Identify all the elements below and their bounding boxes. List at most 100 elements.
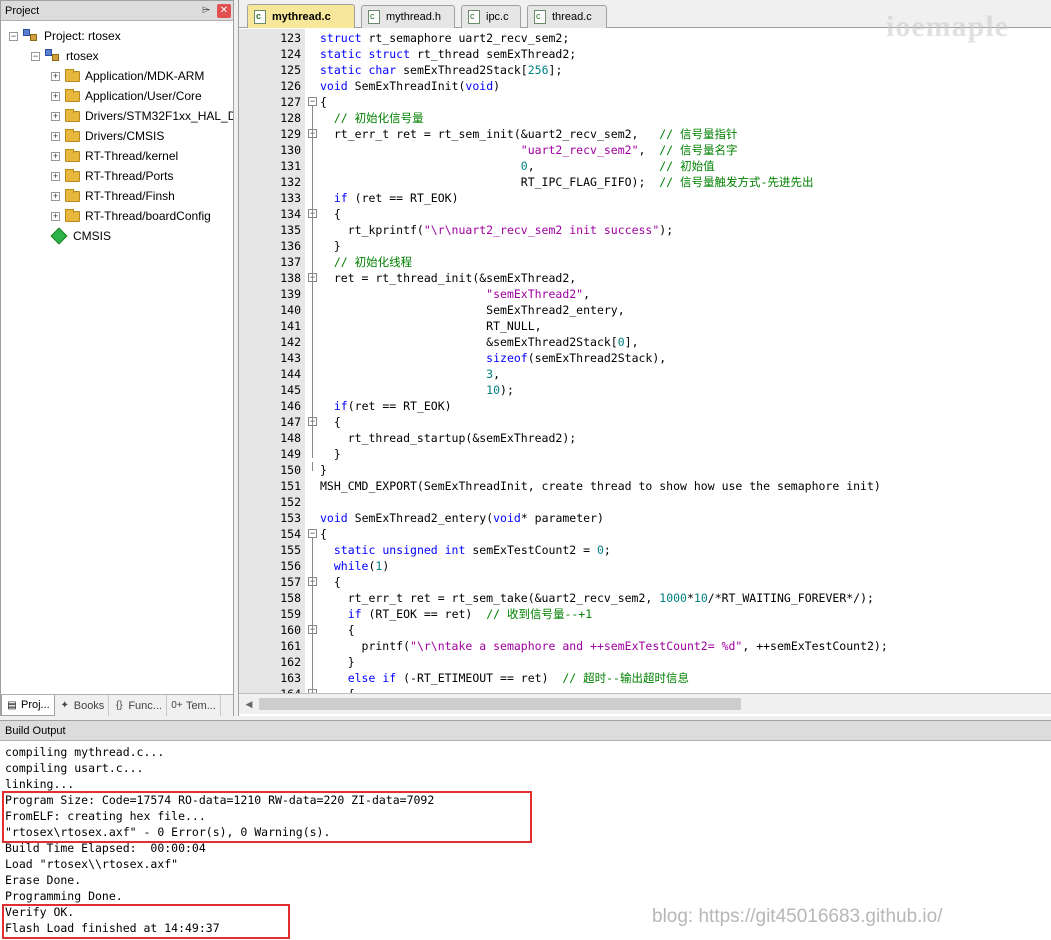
code-token: semExTestCount2 =	[472, 543, 597, 557]
collapse-icon[interactable]: −	[9, 31, 18, 41]
line-number: 160	[280, 623, 301, 637]
expand-icon[interactable]: +	[51, 131, 60, 141]
expand-icon[interactable]: +	[51, 171, 60, 181]
code-line: printf("\r\ntake a semaphore and ++semEx…	[320, 638, 888, 654]
collapse-icon[interactable]: −	[31, 51, 40, 61]
editor-tab[interactable]: mythread.c	[247, 4, 355, 28]
tree-item[interactable]: CMSIS	[50, 226, 111, 246]
code-line: ret = rt_thread_init(&semExThread2,	[320, 270, 576, 286]
code-line: {	[320, 526, 327, 542]
code-token: (ret == RT_EOK)	[347, 399, 452, 413]
tree-item[interactable]: + RT-Thread/boardConfig	[51, 206, 211, 226]
horizontal-scrollbar[interactable]: ◀	[239, 693, 1051, 714]
line-number: 141	[280, 319, 301, 333]
expand-icon[interactable]: +	[51, 111, 60, 121]
close-icon[interactable]: ✕	[217, 4, 231, 18]
code-line: &semExThread2Stack[0],	[320, 334, 638, 350]
fold-collapse-icon[interactable]: −	[308, 529, 317, 538]
editor-tab[interactable]: thread.c	[527, 5, 607, 28]
code-token: &semExThread2Stack[	[320, 335, 618, 349]
file-icon	[534, 10, 546, 24]
panel-tab-2[interactable]: {} Func...	[109, 695, 167, 716]
line-number: 151	[280, 479, 301, 493]
expand-icon[interactable]: +	[51, 71, 60, 81]
project-panel: Project ⌲ ✕ − Project: rtosex − rtosex + Appl…	[0, 0, 234, 716]
line-number: 162	[280, 655, 301, 669]
fold-guide-line	[312, 282, 313, 458]
line-number: 159	[280, 607, 301, 621]
line-number: 125	[280, 63, 301, 77]
code-token: // 收到信号量--+1	[486, 607, 593, 621]
build-output-title: Build Output	[0, 721, 1051, 741]
scrollbar-thumb[interactable]	[259, 698, 741, 710]
expand-icon[interactable]: +	[51, 151, 60, 161]
code-token: static char	[320, 63, 397, 77]
code-area[interactable]: 123 124 125 126 127 128 129 130 131 132 133 134 135 1…	[239, 29, 1051, 693]
expand-icon[interactable]: +	[51, 91, 60, 101]
expand-icon[interactable]: +	[51, 211, 60, 221]
code-token: void	[320, 79, 348, 93]
line-number: 126	[280, 79, 301, 93]
tree-item[interactable]: + Application/User/Core	[51, 86, 202, 106]
folder-icon	[65, 168, 80, 182]
tree-item[interactable]: + Drivers/CMSIS	[51, 126, 164, 146]
code-token: (-RT_ETIMEOUT == ret)	[396, 671, 563, 685]
folder-icon	[65, 128, 80, 142]
line-number: 147	[280, 415, 301, 429]
line-number: 138	[280, 271, 301, 285]
tree-item[interactable]: − rtosex	[31, 46, 99, 66]
build-output-line: Programming Done.	[5, 889, 123, 903]
code-token: {	[320, 575, 341, 589]
code-token: MSH_CMD_EXPORT(SemExThreadInit, create t…	[320, 479, 881, 493]
pin-icon[interactable]: ⌲	[199, 4, 213, 18]
project-icon	[23, 29, 39, 43]
tree-item[interactable]: + Application/MDK-ARM	[51, 66, 204, 86]
tree-item-label: Drivers/STM32F1xx_HAL_Dr	[85, 109, 233, 123]
fold-collapse-icon[interactable]: −	[308, 97, 317, 106]
code-line: while(1)	[320, 558, 389, 574]
code-token: rt_kprintf(	[320, 223, 424, 237]
build-output-line: linking...	[5, 777, 75, 791]
code-line: static unsigned int semExTestCount2 = 0;	[320, 542, 611, 558]
code-token: // 信号量名字	[659, 143, 738, 157]
code-line: static struct rt_thread semExThread2;	[320, 46, 576, 62]
code-token: if	[333, 399, 348, 413]
editor-tab-label: mythread.c	[272, 10, 331, 23]
editor-tab-label: mythread.h	[386, 11, 442, 23]
folder-icon	[65, 148, 80, 162]
code-line: if(ret == RT_EOK)	[320, 398, 452, 414]
code-line: 10);	[320, 382, 514, 398]
watermark-blog-url: blog: https://git45016683.github.io/	[652, 906, 943, 927]
line-number: 153	[280, 511, 301, 525]
tree-item[interactable]: + RT-Thread/kernel	[51, 146, 178, 166]
code-token: , ++semExTestCount2);	[742, 639, 888, 653]
tree-item-label: rtosex	[66, 49, 99, 63]
build-output-line: Load "rtosex\\rtosex.axf"	[5, 857, 179, 871]
editor-tab[interactable]: mythread.h	[361, 5, 455, 28]
code-token: ret = rt_thread_init(&semExThread2,	[320, 271, 577, 285]
code-line: if (ret == RT_EOK)	[320, 190, 459, 206]
line-number: 129	[280, 127, 301, 141]
line-number: 164	[239, 686, 301, 693]
panel-tab-0[interactable]: ▤ Proj...	[1, 695, 55, 716]
tree-item[interactable]: + Drivers/STM32F1xx_HAL_Dr	[51, 106, 233, 126]
line-number: 140	[280, 303, 301, 317]
code-line: }	[320, 462, 327, 478]
panel-tab-3[interactable]: 0+ Tem...	[167, 695, 221, 716]
tree-item[interactable]: + RT-Thread/Ports	[51, 166, 173, 186]
scroll-left-icon[interactable]: ◀	[243, 698, 255, 710]
editor-tab[interactable]: ipc.c	[461, 5, 521, 28]
panel-tab-1[interactable]: ✦ Books	[55, 695, 110, 716]
code-token: SemExThreadInit(	[354, 79, 466, 93]
tree-item[interactable]: + RT-Thread/Finsh	[51, 186, 175, 206]
code-token: 10	[693, 591, 708, 605]
expand-icon[interactable]: +	[51, 191, 60, 201]
project-tab-icon: ▤	[7, 699, 17, 711]
code-token: );	[659, 223, 674, 237]
fold-guide-line	[312, 634, 313, 650]
line-number: 148	[280, 431, 301, 445]
tree-item[interactable]: − Project: rtosex	[9, 26, 121, 46]
